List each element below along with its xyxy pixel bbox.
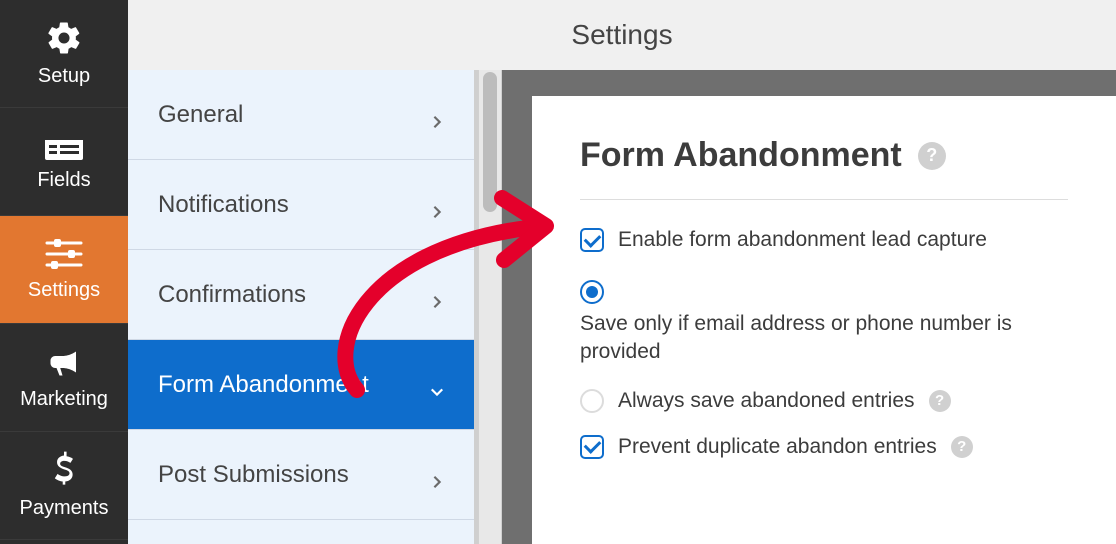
form-icon [44,131,84,161]
chevron-down-icon [430,378,444,392]
radio-checked-icon[interactable] [580,280,604,304]
submenu-label: Post Submissions [158,461,349,489]
nav-item-payments[interactable]: Payments [0,432,128,540]
panel-title-row: Form Abandonment ? [580,136,1068,200]
scrollbar-thumb[interactable] [483,72,497,212]
help-icon[interactable]: ? [918,142,946,170]
submenu-notifications[interactable]: Notifications [128,160,474,250]
settings-submenu: General Notifications Confirmations Form… [128,70,478,544]
panel-title: Form Abandonment [580,136,902,175]
nav-item-settings[interactable]: Settings [0,216,128,324]
page-header: Settings [128,0,1116,70]
nav-label: Payments [20,497,109,520]
submenu-form-abandonment[interactable]: Form Abandonment [128,340,474,430]
chevron-right-icon [430,108,444,122]
submenu-post-submissions[interactable]: Post Submissions [128,430,474,520]
prevent-duplicate-option[interactable]: Prevent duplicate abandon entries ? [580,435,1068,459]
gear-icon [45,19,83,57]
dollar-icon [53,451,75,489]
submenu-scrollbar[interactable] [478,70,502,544]
submenu-surveys-polls[interactable]: Surveys and Polls [128,520,474,544]
nav-item-fields[interactable]: Fields [0,108,128,216]
nav-label: Marketing [20,388,108,411]
submenu-label: Confirmations [158,281,306,309]
submenu-label: Form Abandonment [158,371,369,399]
nav-label: Fields [37,169,90,192]
checkbox-checked-icon[interactable] [580,228,604,252]
submenu-confirmations[interactable]: Confirmations [128,250,474,340]
submenu-general[interactable]: General [128,70,474,160]
body: General Notifications Confirmations Form… [128,70,1116,544]
page-title: Settings [571,19,672,51]
save-mode-always[interactable]: Always save abandoned entries ? [580,389,1068,413]
option-label: Enable form abandonment lead capture [618,228,987,252]
megaphone-icon [44,344,84,380]
main: Settings General Notifications Confirmat… [128,0,1116,544]
settings-panel: Form Abandonment ? Enable form abandonme… [532,96,1116,544]
option-label: Save only if email address or phone numb… [580,310,1020,367]
save-mode-email-phone[interactable]: Save only if email address or phone numb… [580,280,1068,367]
panel-options: Enable form abandonment lead capture Sav… [580,200,1068,459]
nav-item-marketing[interactable]: Marketing [0,324,128,432]
submenu-label: General [158,101,243,129]
radio-unchecked-icon[interactable] [580,389,604,413]
chevron-right-icon [430,468,444,482]
nav-item-setup[interactable]: Setup [0,0,128,108]
nav-label: Settings [28,279,100,302]
option-label: Always save abandoned entries [618,389,915,413]
enable-capture-option[interactable]: Enable form abandonment lead capture [580,228,1068,252]
checkbox-checked-icon[interactable] [580,435,604,459]
left-nav: Setup Fields Settings Marketing Payments [0,0,128,544]
panel-wrap: Form Abandonment ? Enable form abandonme… [502,70,1116,544]
nav-label: Setup [38,65,90,88]
help-icon[interactable]: ? [951,436,973,458]
chevron-right-icon [430,198,444,212]
option-label: Prevent duplicate abandon entries [618,435,937,459]
help-icon[interactable]: ? [929,390,951,412]
submenu-label: Notifications [158,191,289,219]
sliders-icon [44,237,84,271]
chevron-right-icon [430,288,444,302]
